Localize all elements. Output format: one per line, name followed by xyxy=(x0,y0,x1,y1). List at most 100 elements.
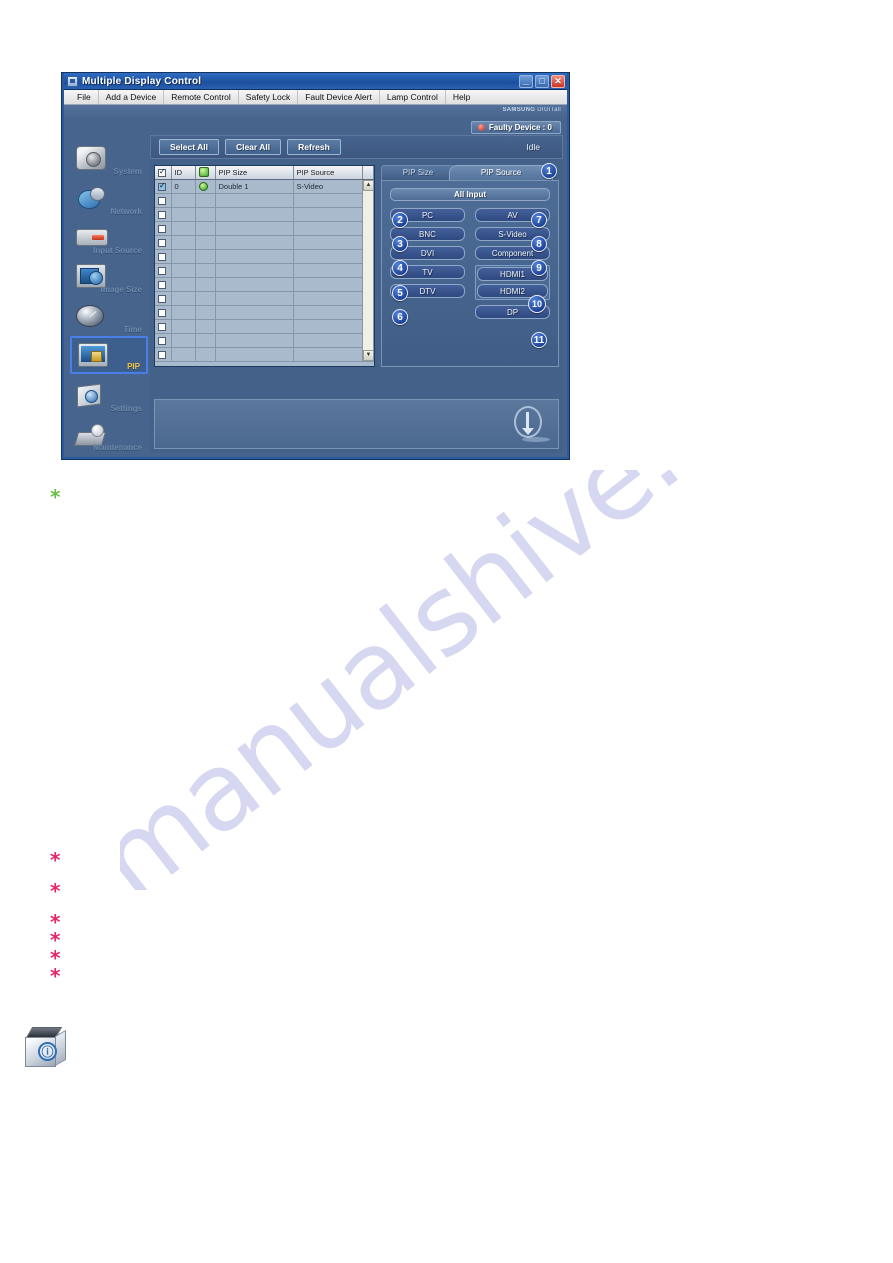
sidebar-item-network[interactable]: Network xyxy=(70,178,148,216)
checkbox-icon[interactable] xyxy=(158,252,166,261)
checkbox-icon[interactable] xyxy=(158,238,166,247)
checkbox-icon[interactable] xyxy=(158,280,166,289)
table-scrollbar[interactable]: ▲ ▼ xyxy=(362,179,374,362)
row-id xyxy=(171,263,196,278)
sidebar-item-system[interactable]: System xyxy=(70,139,148,177)
row-pip-size xyxy=(215,347,294,362)
table-row[interactable] xyxy=(155,235,374,250)
table-row[interactable] xyxy=(155,319,374,334)
row-checkbox-cell[interactable] xyxy=(155,291,172,306)
asterisk-marker: * xyxy=(50,485,61,509)
row-checkbox-cell[interactable] xyxy=(155,277,172,292)
device-table[interactable]: ID PIP Size PIP Source xyxy=(154,165,375,367)
callout-5: 5 xyxy=(392,285,408,301)
pip-icon xyxy=(78,341,112,369)
row-checkbox-cell[interactable] xyxy=(155,179,172,194)
table-row[interactable] xyxy=(155,333,374,348)
menu-item-lamp-control[interactable]: Lamp Control xyxy=(380,90,446,104)
row-checkbox-cell[interactable] xyxy=(155,235,172,250)
sidebar-item-time[interactable]: Time xyxy=(70,296,148,334)
header-select-all-checkbox[interactable] xyxy=(155,166,172,180)
menu-item-fault-device-alert[interactable]: Fault Device Alert xyxy=(298,90,380,104)
table-row[interactable] xyxy=(155,347,374,362)
toolbar-status-text: Idle xyxy=(526,142,540,152)
sidebar-item-label: Maintenance xyxy=(93,442,142,452)
row-pip-size xyxy=(215,291,294,306)
scroll-up-icon[interactable]: ▲ xyxy=(363,179,373,191)
row-checkbox-cell[interactable] xyxy=(155,319,172,334)
checkbox-icon[interactable] xyxy=(158,350,166,359)
callout-2: 2 xyxy=(392,212,408,228)
checkbox-icon[interactable] xyxy=(158,266,166,275)
row-pip-size xyxy=(215,207,294,222)
row-checkbox-cell[interactable] xyxy=(155,305,172,320)
menu-item-safety-lock[interactable]: Safety Lock xyxy=(239,90,299,104)
clear-all-button[interactable]: Clear All xyxy=(224,139,282,155)
select-all-button[interactable]: Select All xyxy=(159,139,219,155)
row-id xyxy=(171,277,196,292)
asterisk-marker: * xyxy=(50,964,61,988)
window-title: Multiple Display Control xyxy=(82,75,202,87)
row-checkbox-cell[interactable] xyxy=(155,193,172,208)
callout-10: 10 xyxy=(528,295,546,313)
menu-item-add-a-device[interactable]: Add a Device xyxy=(99,90,165,104)
table-row[interactable] xyxy=(155,221,374,236)
checkbox-icon[interactable] xyxy=(158,308,166,317)
row-pip-source xyxy=(293,291,363,306)
minimize-icon: _ xyxy=(522,73,530,86)
samsung-logo: SAMSUNG DIGITall xyxy=(503,107,562,113)
checkbox-icon[interactable] xyxy=(158,336,166,345)
sidebar-item-label: Network xyxy=(110,206,142,216)
checkbox-icon[interactable] xyxy=(158,196,166,205)
table-row[interactable] xyxy=(155,263,374,278)
header-pip-size[interactable]: PIP Size xyxy=(215,166,294,180)
checkbox-icon[interactable] xyxy=(158,294,166,303)
header-pip-source[interactable]: PIP Source xyxy=(293,166,363,180)
checkbox-icon[interactable] xyxy=(158,224,166,233)
refresh-button[interactable]: Refresh xyxy=(287,139,341,155)
sidebar-item-image-size[interactable]: Image Size xyxy=(70,257,148,295)
table-row[interactable] xyxy=(155,291,374,306)
menu-item-help[interactable]: Help xyxy=(446,90,477,104)
asterisk-marker: * xyxy=(50,879,61,903)
tab-pip-size[interactable]: PIP Size xyxy=(381,165,455,180)
table-row[interactable] xyxy=(155,207,374,222)
sidebar-item-pip[interactable]: PIP xyxy=(70,335,148,375)
row-checkbox-cell[interactable] xyxy=(155,347,172,362)
page-root: manualshive.com Multiple Display Control… xyxy=(0,0,893,1263)
menu-bar: File Add a Device Remote Control Safety … xyxy=(64,90,567,105)
row-checkbox-cell[interactable] xyxy=(155,249,172,264)
sidebar-item-input-source[interactable]: Input Source xyxy=(70,218,148,256)
row-id xyxy=(171,305,196,320)
menu-item-remote-control[interactable]: Remote Control xyxy=(164,90,239,104)
sidebar-item-settings[interactable]: Settings xyxy=(70,375,148,413)
row-power-cell xyxy=(195,179,216,194)
row-checkbox-cell[interactable] xyxy=(155,207,172,222)
row-checkbox-cell[interactable] xyxy=(155,221,172,236)
maximize-button[interactable]: □ xyxy=(535,74,549,88)
row-power-cell xyxy=(195,291,216,306)
samsung-logo-sub: DIGITall xyxy=(537,107,561,113)
row-pip-size xyxy=(215,277,294,292)
menu-item-file[interactable]: File xyxy=(70,90,99,104)
header-id[interactable]: ID xyxy=(171,166,196,180)
sidebar-item-maintenance[interactable]: Maintenance xyxy=(70,415,148,453)
checkbox-icon[interactable] xyxy=(158,181,166,191)
checkbox-icon[interactable] xyxy=(158,167,166,177)
table-row[interactable] xyxy=(155,277,374,292)
close-button[interactable]: ✕ xyxy=(551,74,565,88)
table-row[interactable] xyxy=(155,249,374,264)
minimize-button[interactable]: _ xyxy=(519,73,533,88)
table-row[interactable] xyxy=(155,305,374,320)
row-checkbox-cell[interactable] xyxy=(155,263,172,278)
table-row[interactable] xyxy=(155,193,374,208)
checkbox-icon[interactable] xyxy=(158,322,166,331)
checkbox-icon[interactable] xyxy=(158,210,166,219)
row-checkbox-cell[interactable] xyxy=(155,333,172,348)
row-pip-size xyxy=(215,221,294,236)
table-row[interactable]: 0 Double 1 S-Video ▲ ▼ xyxy=(155,179,374,362)
scroll-down-icon[interactable]: ▼ xyxy=(363,349,373,360)
callout-11: 11 xyxy=(531,332,547,348)
row-id xyxy=(171,235,196,250)
tab-pip-source[interactable]: PIP Source xyxy=(449,165,553,180)
